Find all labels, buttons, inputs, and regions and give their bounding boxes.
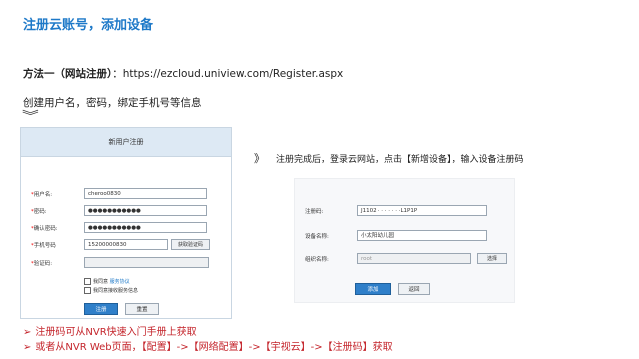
reg-code-row: 注册码: J1102 · · · · · · ·L1P1P: [305, 205, 505, 217]
device-name-row: 设备名称: 小太阳幼儿园: [305, 230, 505, 242]
phone-input[interactable]: 15200000830: [84, 239, 168, 250]
add-button[interactable]: 添加: [355, 283, 391, 295]
confirm-password-label: *确认密码:: [31, 226, 58, 232]
arrow-bullet-icon: ➢: [23, 327, 32, 338]
note-item: ➢ 或者从NVR Web页面，【配置】->【网络配置】->【宇视云】->【注册码】…: [23, 338, 393, 353]
org-name-label: 组织名称:: [305, 257, 329, 263]
username-label: *用户名:: [31, 192, 53, 198]
select-button[interactable]: 选择: [477, 253, 507, 264]
chevron-down-icon: ︾: [22, 109, 39, 123]
username-input[interactable]: cheroo0830: [84, 188, 207, 199]
phone-label: *手机号码: [31, 243, 56, 249]
method-separator: ：: [112, 68, 123, 80]
reset-button[interactable]: 重置: [125, 303, 159, 315]
verify-code-label: *验证码:: [31, 261, 53, 267]
confirm-password-input[interactable]: ●●●●●●●●●●●: [84, 222, 207, 233]
method-line: 方法一（网站注册）：https://ezcloud.uniview.com/Re…: [23, 66, 343, 81]
checkbox-icon: [84, 287, 91, 294]
agree-terms-checkbox[interactable]: 我同意 服务协议: [84, 278, 130, 285]
phone-row: *手机号码 15200000830 获取验证码: [31, 239, 221, 251]
note-text: 或者从NVR Web页面，【配置】->【网络配置】->【宇视云】->【注册码】获…: [35, 342, 393, 353]
method-label: 方法一（网站注册）: [23, 68, 113, 80]
org-name-row: 组织名称: root 选择: [305, 253, 510, 265]
register-button[interactable]: 注册: [84, 303, 118, 315]
note-text: 注册码可从NVR快速入门手册上获取: [35, 327, 197, 338]
register-url: https://ezcloud.uniview.com/Register.asp…: [122, 68, 344, 80]
get-code-button[interactable]: 获取验证码: [171, 239, 210, 250]
password-label: *密码:: [31, 209, 47, 215]
device-name-input[interactable]: 小太阳幼儿园: [357, 230, 487, 241]
description: 创建用户名，密码，绑定手机号等信息: [23, 97, 202, 109]
chevron-right-icon: 》: [254, 152, 265, 165]
subscribe-checkbox[interactable]: 我同意接收服务信息: [84, 287, 138, 294]
instruction-text: 注册完成后，登录云网站，点击【新增设备】，输入设备注册码: [276, 155, 524, 165]
password-input[interactable]: ●●●●●●●●●●●: [84, 205, 207, 216]
org-name-input[interactable]: root: [357, 253, 471, 264]
register-panel: 新用户注册 *用户名: cheroo0830 *密码: ●●●●●●●●●●● …: [20, 127, 232, 319]
checkbox-icon: [84, 278, 91, 285]
add-device-panel: 注册码: J1102 · · · · · · ·L1P1P 设备名称: 小太阳幼…: [294, 178, 515, 303]
verify-code-input[interactable]: [84, 257, 209, 268]
note-item: ➢ 注册码可从NVR快速入门手册上获取: [23, 323, 197, 338]
page-title: 注册云账号，添加设备: [23, 18, 154, 33]
arrow-bullet-icon: ➢: [23, 342, 32, 353]
reg-code-label: 注册码:: [305, 209, 324, 215]
device-name-label: 设备名称:: [305, 234, 329, 240]
service-agreement-link[interactable]: 服务协议: [110, 279, 130, 285]
reg-code-input[interactable]: J1102 · · · · · · ·L1P1P: [357, 205, 487, 216]
back-button[interactable]: 返回: [398, 283, 430, 295]
register-panel-header: 新用户注册: [21, 128, 231, 157]
